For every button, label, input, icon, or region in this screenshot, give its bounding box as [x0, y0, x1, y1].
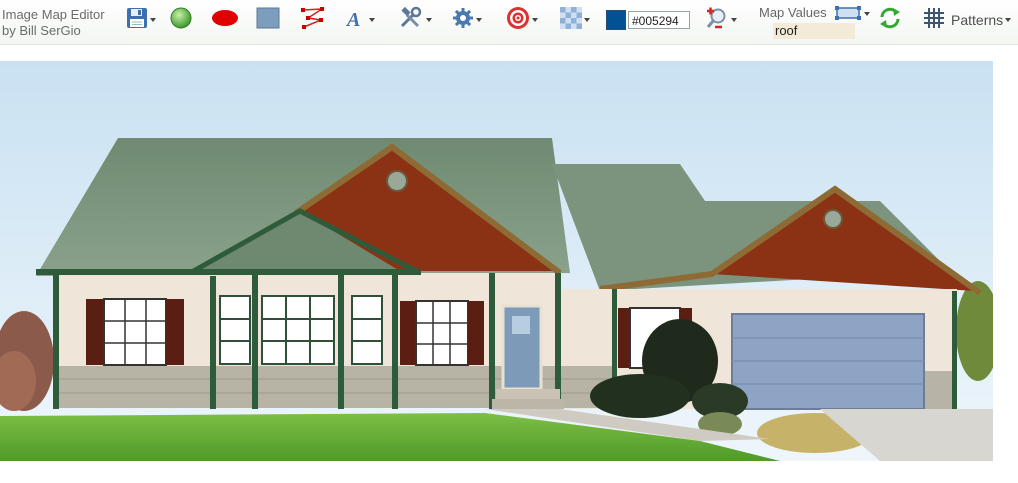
- app-title: Image Map Editor by Bill SerGio: [2, 7, 105, 39]
- floppy-disk-icon: [126, 7, 148, 34]
- grid-hash-icon: [923, 7, 945, 34]
- zoom-button[interactable]: [705, 6, 737, 34]
- text-a-icon: A: [345, 7, 367, 34]
- refresh-arrows-icon: [878, 6, 902, 35]
- chevron-down-icon: [731, 18, 737, 22]
- green-circle-icon: [170, 7, 192, 34]
- red-ellipse-icon: [211, 7, 239, 34]
- polygon-points-icon: [300, 6, 326, 35]
- bay-windows[interactable]: [219, 295, 383, 365]
- map-values-field[interactable]: roof: [773, 23, 855, 39]
- chevron-down-icon: [1005, 18, 1012, 22]
- target-button[interactable]: [506, 6, 538, 34]
- transparency-button[interactable]: [560, 6, 590, 34]
- chevron-down-icon: [426, 18, 432, 22]
- house-image[interactable]: [0, 61, 1000, 461]
- target-icon: [506, 6, 530, 35]
- map-values[interactable]: Map Values roof: [758, 3, 870, 39]
- window-center[interactable]: [400, 300, 484, 366]
- color-hex-field[interactable]: #005294: [628, 11, 690, 29]
- chevron-down-icon: [476, 18, 482, 22]
- window-left[interactable]: [86, 298, 184, 366]
- garage-door[interactable]: [731, 313, 925, 410]
- toolbar: Image Map Editor by Bill SerGio A #00529…: [0, 0, 1018, 45]
- gear-icon: [452, 7, 474, 34]
- save-button[interactable]: [126, 6, 156, 34]
- color-swatch[interactable]: [606, 10, 626, 30]
- patterns-label: Patterns: [951, 12, 1004, 28]
- chevron-down-icon: [150, 18, 156, 22]
- chevron-down-icon: [369, 18, 375, 22]
- chevron-down-icon[interactable]: [864, 12, 870, 16]
- text-tool-button[interactable]: A: [345, 6, 375, 34]
- checkerboard-icon: [560, 6, 582, 34]
- rectangle-tool-button[interactable]: [256, 6, 280, 34]
- patterns-button[interactable]: Patterns: [923, 6, 1012, 34]
- app-title-line1: Image Map Editor: [2, 7, 105, 22]
- refresh-button[interactable]: [878, 6, 902, 34]
- color-picker[interactable]: #005294: [606, 6, 690, 34]
- zoom-plus-minus-icon: [705, 6, 729, 35]
- app-title-line2: by Bill SerGio: [2, 23, 81, 38]
- ellipse-tool-button[interactable]: [211, 6, 239, 34]
- tools-button[interactable]: [398, 6, 432, 34]
- settings-button[interactable]: [452, 6, 482, 34]
- circle-tool-button[interactable]: [170, 6, 192, 34]
- wrench-hammer-icon: [398, 6, 424, 35]
- blue-rectangle-icon: [256, 7, 280, 34]
- chevron-down-icon: [532, 18, 538, 22]
- polygon-tool-button[interactable]: [300, 6, 326, 34]
- image-canvas[interactable]: [0, 61, 1000, 461]
- svg-text:A: A: [345, 9, 360, 29]
- chevron-down-icon: [584, 18, 590, 22]
- map-values-label: Map Values: [759, 5, 827, 20]
